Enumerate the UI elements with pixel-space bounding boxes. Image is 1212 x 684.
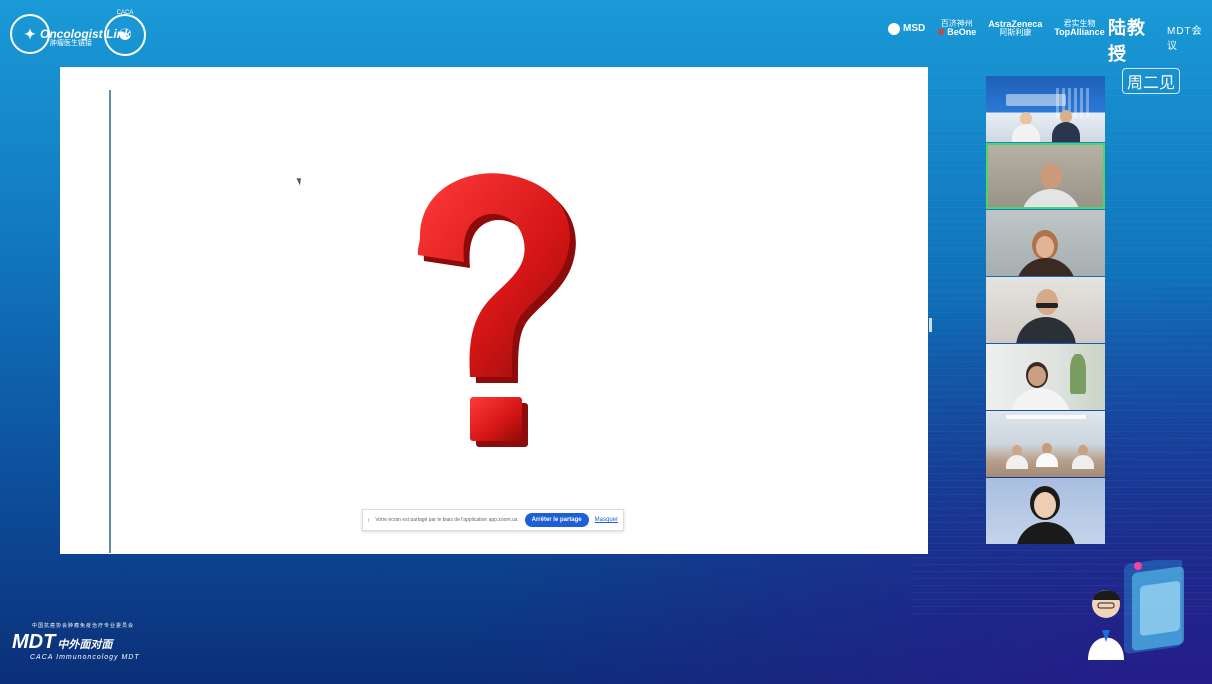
mdt-brand-logo: 中国抗癌协会肿瘤免疫治疗专业委员会 MDT 中外面对面 CACA Immunon…: [12, 622, 140, 661]
show-title: 陆教授 MDT会议 周二见: [1108, 14, 1212, 94]
beone-text: BeOne: [947, 27, 977, 37]
question-mark-image: [417, 173, 576, 447]
screen-share-banner: Votre écran est partagé par le biais de …: [362, 509, 624, 531]
msd-logo: MSD: [888, 22, 926, 35]
oncologist-logo-subtext: 肿瘤医生链接: [50, 40, 92, 47]
video-tile[interactable]: [986, 277, 1105, 343]
brand-mdt: MDT: [12, 631, 56, 653]
video-tile-speaking[interactable]: [986, 143, 1105, 209]
video-tile[interactable]: [986, 478, 1105, 544]
doctor-mascot-illustration: [1088, 560, 1184, 660]
brand-subtext: 中国抗癌协会肿瘤免疫治疗专业委员会: [32, 623, 135, 629]
msd-text: MSD: [903, 23, 926, 34]
video-tile[interactable]: [986, 411, 1105, 477]
share-banner-message: Votre écran est partagé par le biais de …: [375, 517, 519, 523]
topalliance-logo: 君实生物 TopAlliance: [1054, 20, 1104, 37]
show-title-text: 陆教授: [1108, 18, 1146, 64]
slide-left-rule: [109, 90, 111, 553]
panel-resize-handle[interactable]: [929, 318, 932, 332]
participant-gallery: [986, 76, 1105, 545]
astrazeneca-logo: AstraZeneca 阿斯利康: [988, 20, 1042, 37]
topalliance-text: TopAlliance: [1054, 27, 1105, 37]
caca-logo: CACA ☯: [104, 10, 146, 56]
video-tile[interactable]: [986, 76, 1105, 142]
hide-banner-link[interactable]: Masquer: [595, 517, 618, 523]
caca-logo-text: CACA: [116, 10, 134, 16]
stop-share-button[interactable]: Arrêter le partage: [524, 513, 589, 527]
brand-en: CACA Immunoncology MDT: [30, 654, 140, 661]
sponsor-logos: MSD 百济神州 ✖ BeOne AstraZeneca 阿斯利康 君实生物 T…: [888, 20, 1105, 37]
video-tile[interactable]: [986, 210, 1105, 276]
shared-screen: Votre écran est partagé par le biais de …: [60, 67, 928, 554]
brand-cn: 中外面对面: [57, 639, 113, 651]
share-status-icon: [368, 518, 370, 522]
astrazeneca-cn-text: 阿斯利康: [999, 28, 1032, 37]
mouse-cursor-icon: [296, 176, 304, 186]
show-subtitle: 周二见: [1122, 68, 1181, 94]
show-title-sub: MDT会议: [1166, 26, 1203, 52]
video-tile[interactable]: [986, 344, 1105, 410]
beone-logo: 百济神州 ✖ BeOne: [937, 19, 977, 37]
